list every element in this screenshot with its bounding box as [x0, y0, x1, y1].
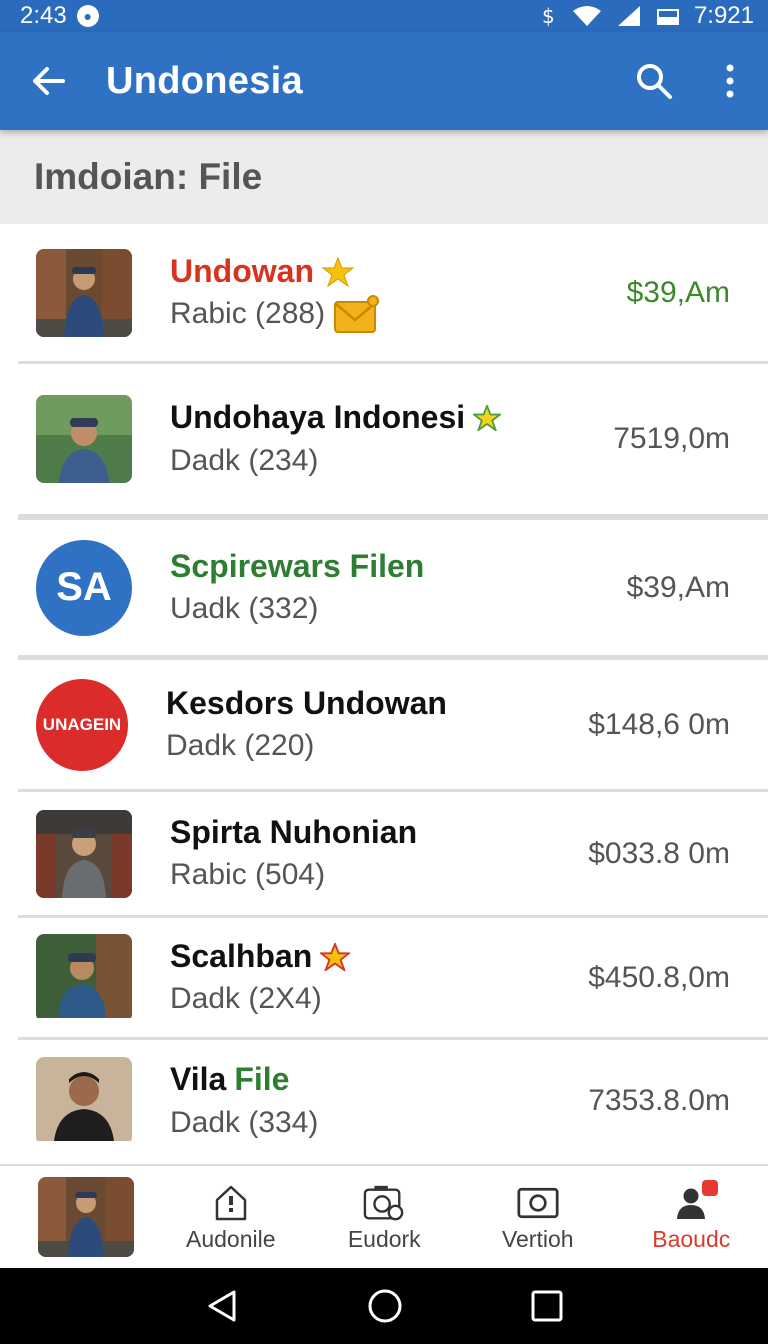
star-icon — [320, 942, 351, 971]
recents-square-icon[interactable] — [530, 1289, 564, 1323]
item-subtitle: Dadk (2X4) — [170, 982, 322, 1016]
profile-icon — [670, 1179, 719, 1224]
list-item[interactable]: Spirta Nuhonian Rabic (504) $033.8 0m — [18, 792, 768, 918]
nav-vertioh[interactable]: Vertioh — [461, 1182, 615, 1253]
bottom-navigation: Audonile Eudork Vertioh Baoudc — [0, 1164, 768, 1268]
star-icon — [321, 256, 354, 287]
home-circle-icon[interactable] — [367, 1288, 403, 1324]
item-price: $148,6 0m — [588, 707, 730, 741]
item-name: Undowan — [170, 250, 627, 293]
wifi-icon — [572, 6, 601, 26]
item-subtitle: Rabic (288) — [170, 293, 627, 335]
signal-icon — [617, 6, 640, 26]
list-item[interactable]: UNAGEIN Kesdors Undowan Dadk (220) $148,… — [18, 660, 768, 792]
avatar — [36, 395, 132, 483]
overflow-menu-button[interactable] — [692, 32, 768, 130]
svg-text:$: $ — [542, 5, 555, 27]
section-header: Imdoian: File — [0, 130, 768, 224]
more-vert-icon — [726, 64, 734, 98]
arrow-left-icon — [33, 67, 65, 95]
list-item[interactable]: Undohaya Indonesi Dadk (234) 7519,0m — [18, 364, 768, 520]
app-title: Undonesia — [106, 59, 303, 102]
list-item[interactable]: Scalhban Dadk (2X4) $450.8,0m — [18, 918, 768, 1040]
section-title: Imdoian: File — [34, 156, 263, 197]
camera-icon — [363, 1182, 405, 1224]
item-subtitle: Dadk (220) — [166, 729, 315, 763]
item-price: 7353.8.0m — [588, 1084, 730, 1117]
status-bar: 2:43 ● $ 7:921 — [0, 0, 768, 32]
avatar — [36, 933, 132, 1022]
nav-audonile[interactable]: Audonile — [154, 1182, 308, 1253]
item-subtitle: Dadk (234) — [170, 443, 319, 477]
house-icon — [210, 1182, 252, 1224]
battery-icon — [656, 9, 679, 25]
item-name: Vila File — [170, 1061, 290, 1098]
item-price: $450.8,0m — [588, 960, 730, 994]
item-name: Scpirewars Filen — [170, 547, 425, 584]
avatar-logo: UNAGEIN — [36, 678, 128, 771]
avatar — [36, 248, 132, 337]
avatar-initials: SA — [36, 539, 132, 636]
item-subtitle: Rabic (504) — [170, 858, 326, 892]
nav-baoudc[interactable]: Baoudc — [615, 1179, 768, 1253]
item-price: $39,Am — [626, 275, 730, 309]
search-icon — [637, 64, 672, 99]
photo-icon — [517, 1182, 559, 1224]
status-clock: 7:921 — [693, 2, 754, 29]
back-triangle-icon[interactable] — [204, 1288, 240, 1324]
system-navigation-bar — [0, 1268, 768, 1344]
status-time: 2:43 — [20, 2, 67, 29]
list-item[interactable]: SA Scpirewars Filen Uadk (332) $39,Am — [18, 520, 768, 660]
back-button[interactable] — [0, 32, 96, 130]
file-list: Undowan Rabic (288) $39,Am Undohaya Indo… — [0, 224, 768, 1162]
list-item[interactable]: Undowan Rabic (288) $39,Am — [18, 224, 768, 364]
mail-icon — [334, 295, 380, 334]
item-price: $033.8 0m — [588, 836, 730, 870]
item-name: Spirta Nuhonian — [170, 813, 418, 850]
search-button[interactable] — [616, 32, 692, 130]
notification-icon: ● — [76, 5, 99, 27]
star-icon — [473, 405, 502, 431]
nav-eudork[interactable]: Eudork — [308, 1182, 462, 1253]
app-bar: Undonesia — [0, 32, 768, 130]
profile-avatar[interactable] — [38, 1177, 134, 1257]
list-item[interactable]: Vila File Dadk (334) 7353.8.0m — [18, 1040, 768, 1162]
avatar — [36, 809, 132, 898]
item-price: 7519,0m — [613, 422, 730, 455]
avatar — [36, 1057, 132, 1145]
item-name: Undohaya Indonesi — [170, 396, 613, 439]
item-name: Kesdors Undowan — [166, 684, 447, 721]
notification-badge — [702, 1179, 719, 1196]
item-subtitle: Dadk (334) — [170, 1105, 319, 1139]
item-price: $39,Am — [626, 570, 730, 604]
item-name: Scalhban — [170, 935, 588, 978]
item-subtitle: Uadk (332) — [170, 592, 319, 626]
data-saver-icon: $ — [542, 5, 555, 27]
